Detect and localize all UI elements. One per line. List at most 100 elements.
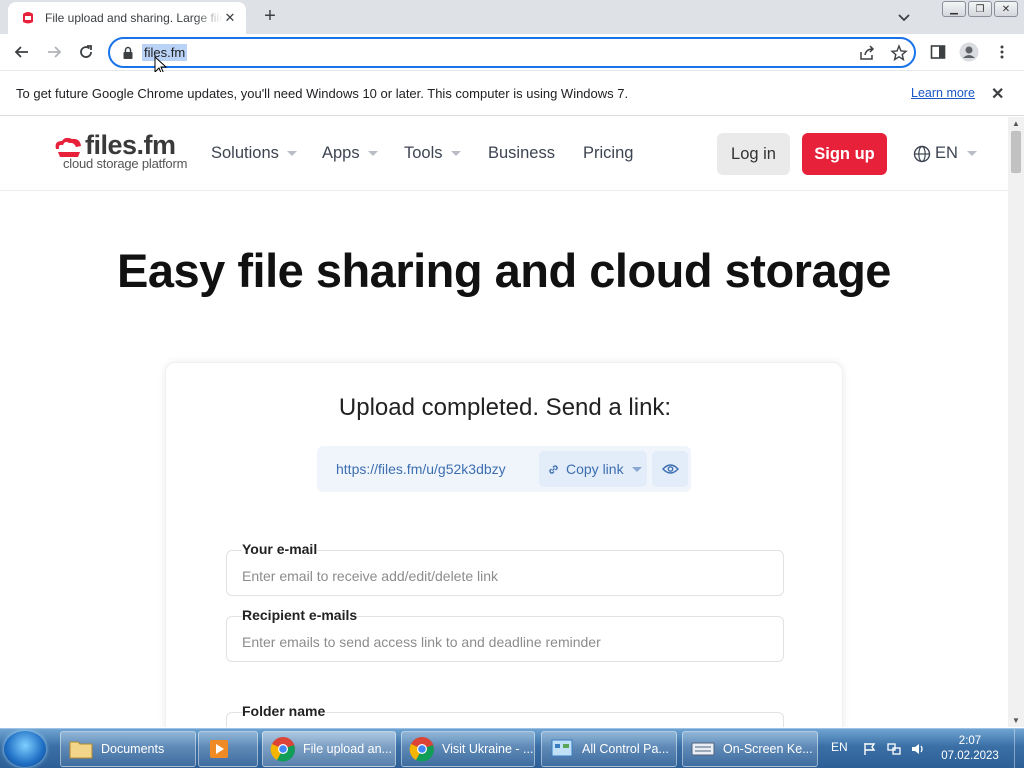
- email-label: Your e-mail: [242, 541, 318, 557]
- tab-title: File upload and sharing. Large files: [45, 11, 222, 25]
- lock-icon[interactable]: [122, 46, 134, 60]
- files-fm-favicon-icon: [23, 12, 33, 24]
- recipients-placeholder: Enter emails to send access link to and …: [242, 634, 601, 650]
- logo-tagline: cloud storage platform: [63, 156, 188, 171]
- browser-tab[interactable]: File upload and sharing. Large files ✕: [8, 2, 246, 34]
- taskbar-item-media-player[interactable]: [198, 731, 258, 767]
- nav-solutions-label: Solutions: [211, 144, 279, 162]
- scroll-thumb[interactable]: [1011, 131, 1021, 173]
- login-button[interactable]: Log in: [717, 133, 790, 175]
- learn-more-link[interactable]: Learn more: [911, 86, 975, 100]
- system-tray: EN 2:07 07.02.2023: [820, 729, 1024, 768]
- language-label: EN: [935, 144, 958, 162]
- windows-taskbar: Documents File upload an... Visit Ukrain…: [0, 728, 1024, 768]
- reload-icon: [80, 45, 92, 58]
- volume-icon[interactable]: [910, 741, 926, 757]
- folder-name-label: Folder name: [242, 703, 326, 719]
- bookmark-star-icon[interactable]: [890, 44, 908, 62]
- chrome-icon: [409, 737, 434, 762]
- globe-icon: [913, 145, 931, 162]
- page-viewport: files.fm cloud storage platform Solution…: [0, 117, 1008, 727]
- upload-heading: Upload completed. Send a link:: [338, 394, 672, 421]
- copy-link-button[interactable]: Copy link: [539, 451, 647, 487]
- chevron-down-icon: [286, 151, 297, 156]
- chevron-down-icon: [450, 151, 461, 156]
- keyboard-icon: [691, 742, 715, 756]
- site-header: files.fm cloud storage platform Solution…: [0, 117, 1008, 191]
- minimize-button[interactable]: ▁: [942, 1, 966, 17]
- profile-button[interactable]: [956, 40, 982, 64]
- email-placeholder: Enter email to receive add/edit/delete l…: [242, 568, 499, 584]
- hero-title: Easy file sharing and cloud storage: [117, 244, 891, 297]
- share-icon[interactable]: [858, 44, 876, 62]
- share-link[interactable]: https://files.fm/u/g52k3dbzy: [336, 461, 506, 477]
- nav-tools[interactable]: Tools: [404, 144, 461, 163]
- taskbar-item-label: Documents: [101, 742, 165, 756]
- forward-arrow-icon: [48, 46, 62, 58]
- network-icon[interactable]: [886, 741, 902, 757]
- chrome-icon: [270, 737, 295, 762]
- nav-pricing[interactable]: Pricing: [583, 144, 633, 163]
- new-tab-button[interactable]: +: [259, 6, 281, 27]
- clock-date: 07.02.2023: [941, 750, 999, 762]
- nav-business[interactable]: Business: [488, 144, 555, 163]
- recipients-label: Recipient e-mails: [242, 607, 358, 623]
- copy-link-label: Copy link: [566, 461, 624, 477]
- taskbar-item-control-panel[interactable]: All Control Pa...: [541, 731, 677, 767]
- nav-tools-label: Tools: [404, 144, 443, 162]
- update-message: To get future Google Chrome updates, you…: [16, 86, 629, 101]
- page-scrollbar[interactable]: ▲ ▼: [1008, 117, 1024, 727]
- window-controls: ▁ ❐ ✕: [942, 1, 1018, 17]
- nav-business-label: Business: [488, 144, 555, 162]
- taskbar-item-on-screen-keyboard[interactable]: On-Screen Ke...: [682, 731, 818, 767]
- control-panel-icon: [551, 739, 573, 757]
- menu-button[interactable]: [989, 40, 1015, 64]
- language-selector[interactable]: EN: [913, 144, 977, 163]
- taskbar-item-documents[interactable]: Documents: [60, 731, 196, 767]
- side-panel-button[interactable]: [925, 40, 951, 64]
- profile-avatar-icon: [959, 42, 979, 62]
- taskbar-item-chrome-ukraine[interactable]: Visit Ukraine - ...: [401, 731, 535, 767]
- kebab-menu-icon: [1000, 45, 1004, 59]
- taskbar-item-label: Visit Ukraine - ...: [442, 742, 534, 756]
- reload-button[interactable]: [73, 40, 99, 64]
- tab-strip: File upload and sharing. Large files ✕ +…: [0, 0, 1024, 34]
- taskbar-item-label: File upload an...: [303, 742, 392, 756]
- signup-button[interactable]: Sign up: [802, 133, 887, 175]
- files-fm-logo[interactable]: files.fm cloud storage platform: [52, 130, 192, 175]
- action-center-flag-icon[interactable]: [862, 741, 878, 757]
- nav-solutions[interactable]: Solutions: [211, 144, 297, 163]
- show-desktop-button[interactable]: [1014, 729, 1024, 768]
- tab-close-icon[interactable]: ✕: [222, 10, 238, 26]
- nav-pricing-label: Pricing: [583, 144, 634, 162]
- link-icon: [549, 464, 558, 474]
- back-arrow-icon: [14, 46, 28, 58]
- side-panel-icon: [930, 45, 946, 59]
- nav-apps-label: Apps: [322, 144, 360, 162]
- scroll-down-icon[interactable]: ▼: [1012, 716, 1020, 725]
- input-language[interactable]: EN: [831, 740, 848, 754]
- folder-icon: [69, 741, 93, 759]
- taskbar-item-label: On-Screen Ke...: [723, 742, 813, 756]
- preview-button[interactable]: [652, 451, 688, 487]
- chevron-down-icon: [367, 151, 378, 156]
- taskbar-item-label: All Control Pa...: [582, 742, 669, 756]
- back-button[interactable]: [9, 40, 35, 64]
- upload-card: Upload completed. Send a link: https://f…: [165, 362, 843, 727]
- clock[interactable]: 2:07 07.02.2023: [932, 734, 1008, 764]
- start-button[interactable]: [4, 731, 46, 767]
- restore-button[interactable]: ❐: [968, 1, 992, 17]
- taskbar-item-chrome-files[interactable]: File upload an...: [262, 731, 396, 767]
- tab-search-chevron-icon[interactable]: [895, 8, 913, 26]
- scroll-up-icon[interactable]: ▲: [1012, 119, 1020, 128]
- screen: File upload and sharing. Large files ✕ +…: [0, 0, 1024, 768]
- nav-apps[interactable]: Apps: [322, 144, 378, 163]
- close-window-button[interactable]: ✕: [994, 1, 1018, 17]
- address-bar[interactable]: files.fm: [108, 37, 916, 68]
- chevron-down-icon: [966, 151, 977, 156]
- infobar-close-icon[interactable]: ✕: [991, 84, 1004, 104]
- update-infobar: To get future Google Chrome updates, you…: [0, 72, 1024, 116]
- media-player-icon: [210, 740, 228, 758]
- chevron-down-icon: [631, 466, 642, 472]
- forward-button[interactable]: [41, 40, 67, 64]
